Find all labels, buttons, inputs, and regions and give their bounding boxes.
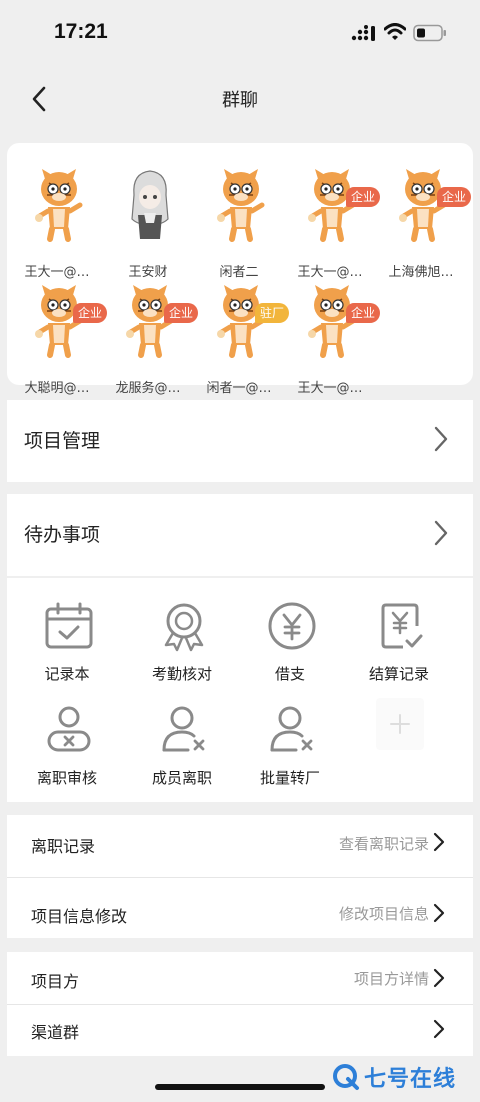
member-name: 王大一@…: [297, 381, 363, 396]
member-name: 闲者二: [219, 265, 259, 280]
calendar-check-icon: [45, 602, 93, 649]
chevron-right-icon: [434, 426, 448, 452]
tool-label: 批量转厂: [259, 769, 320, 787]
member-badge: 企业: [346, 303, 381, 323]
member-tile[interactable]: 闲者二: [193, 165, 285, 280]
tool-label: 记录本: [44, 665, 90, 683]
member-tile[interactable]: 王大一@…: [11, 165, 103, 280]
chevron-right-icon: [434, 520, 448, 546]
home-indicator: [155, 1084, 325, 1090]
nav-bar: 群聊: [0, 66, 480, 132]
tool-label: 离职审核: [36, 769, 97, 787]
project-info-value: 修改项目信息: [338, 905, 429, 923]
tool-notebook[interactable]: 记录本: [9, 588, 125, 688]
user-remove-icon: [162, 706, 205, 752]
battery-icon: [413, 24, 446, 42]
tool-label: 借支: [274, 665, 305, 683]
tool-label: 考勤核对: [151, 665, 212, 683]
avatar: [131, 170, 169, 239]
project-management-label: 项目管理: [24, 430, 101, 452]
project-party-card: 项目方 项目方详情 渠道群: [7, 952, 473, 1056]
member-tile[interactable]: 企业 龙服务@…: [102, 281, 199, 396]
watermark-logo-icon: [333, 1064, 359, 1090]
member-tile[interactable]: 王安财: [102, 165, 194, 280]
yen-document-check-icon: [381, 603, 423, 649]
tools-grid: 记录本 考勤核对 借支 结算记录 离职审核 成员离职 批量转厂: [7, 578, 473, 802]
member-tile[interactable]: 驻厂 闲者一@…: [193, 281, 290, 396]
project-management-row[interactable]: 项目管理: [7, 400, 473, 482]
resign-record-label: 离职记录: [31, 837, 96, 856]
add-tool-button[interactable]: [376, 698, 424, 750]
user-transfer-icon: [270, 706, 313, 752]
cellular-signal-icon: [351, 25, 375, 41]
page-title: 群聊: [222, 90, 258, 111]
tool-batch-transfer[interactable]: 批量转厂: [232, 692, 348, 792]
member-name: 龙服务@…: [115, 381, 181, 396]
member-tile[interactable]: 企业王大一@…: [284, 281, 381, 396]
todo-row[interactable]: 待办事项: [7, 494, 473, 576]
member-tile[interactable]: 企业 王大一@…: [284, 165, 381, 280]
member-name: 王安财: [128, 265, 168, 280]
tool-advance[interactable]: 借支: [232, 588, 348, 688]
user-review-x-icon: [47, 706, 91, 752]
member-name: 大聪明@…: [24, 381, 90, 396]
member-name: 闲者一@…: [206, 381, 272, 396]
chevron-right-icon: [433, 1019, 445, 1039]
project-info-row[interactable]: 项目信息修改 修改项目信息: [7, 878, 473, 938]
member-name: 王大一@…: [24, 265, 90, 280]
tool-member-resign[interactable]: 成员离职: [124, 692, 240, 792]
wifi-icon: [384, 23, 406, 40]
resign-record-row[interactable]: 离职记录 查看离职记录: [7, 815, 473, 877]
member-name: 上海佛旭…: [388, 265, 454, 280]
avatar: [35, 169, 83, 242]
member-name: 王大一@…: [297, 265, 363, 280]
project-party-label: 项目方: [31, 972, 80, 991]
todo-label: 待办事项: [24, 524, 101, 546]
tool-resign-review[interactable]: 离职审核: [9, 692, 125, 792]
chevron-right-icon: [433, 968, 445, 988]
award-ribbon-icon: [164, 603, 204, 652]
project-info-label: 项目信息修改: [31, 907, 128, 926]
tool-label: 结算记录: [368, 665, 429, 683]
resign-record-value: 查看离职记录: [338, 835, 429, 853]
member-tile[interactable]: 企业上海佛旭…: [375, 165, 472, 280]
tool-label: 成员离职: [151, 769, 212, 787]
chevron-right-icon: [433, 903, 445, 923]
tool-settlement[interactable]: 结算记录: [341, 588, 457, 688]
status-time: 17:21: [54, 20, 108, 43]
watermark: 七号在线: [332, 1062, 456, 1092]
chevron-right-icon: [433, 832, 445, 852]
member-tile[interactable]: 企业 大聪明@…: [11, 281, 108, 396]
avatar: [217, 169, 265, 242]
members-grid: 王大一@… 王安财 闲者二 企业 王大一@… 企业 上海佛旭… 企业 大聪明@… 企业 龙服务@… 驻…: [7, 143, 473, 396]
channel-group-row[interactable]: 渠道群: [7, 1005, 473, 1056]
project-party-value: 项目方详情: [353, 970, 429, 988]
channel-group-label: 渠道群: [31, 1023, 80, 1042]
watermark-text: 七号在线: [364, 1066, 457, 1091]
project-party-row[interactable]: 项目方 项目方详情: [7, 952, 473, 1004]
yen-circle-icon: [268, 602, 316, 650]
status-bar: 17:21: [0, 0, 480, 66]
plus-icon: [390, 714, 410, 734]
tool-attendance[interactable]: 考勤核对: [124, 588, 240, 688]
member-badge: 企业: [437, 187, 472, 207]
records-card: 离职记录 查看离职记录 项目信息修改 修改项目信息: [7, 815, 473, 938]
